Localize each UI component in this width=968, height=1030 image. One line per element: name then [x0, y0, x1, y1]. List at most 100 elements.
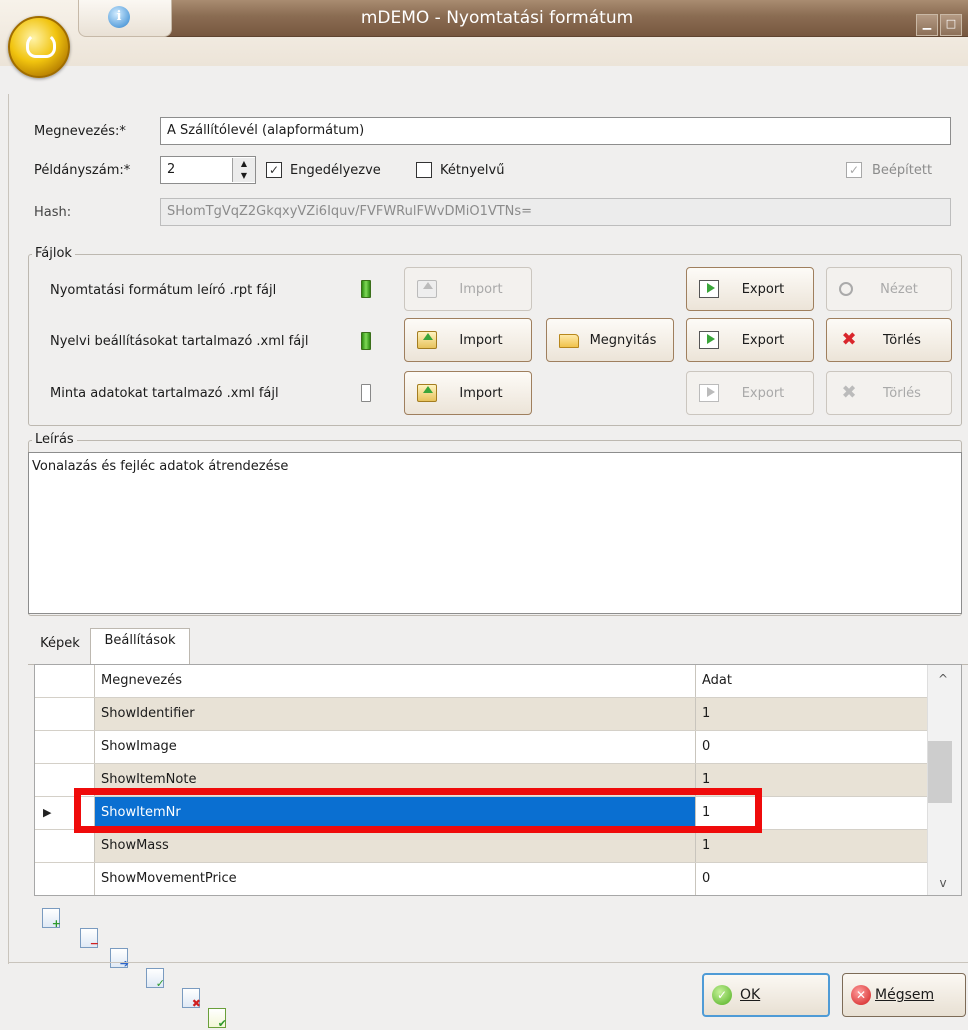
import-icon: [417, 280, 437, 298]
xml-lang-delete-label: Törlés: [883, 332, 921, 348]
row-selector[interactable]: [35, 698, 95, 730]
check-all-icon[interactable]: ✔: [208, 1008, 227, 1029]
cell-value[interactable]: 0: [696, 731, 927, 763]
xml-sample-import-button[interactable]: Import: [404, 371, 532, 415]
stepper-down-icon[interactable]: ▼: [233, 170, 255, 182]
rpt-export-button[interactable]: Export: [686, 267, 814, 311]
xml-lang-import-label: Import: [459, 332, 503, 348]
xml-sample-export-label: Export: [741, 385, 785, 401]
cell-value[interactable]: 1: [696, 698, 927, 730]
hash-label: Hash:: [34, 205, 72, 220]
rpt-view-button[interactable]: Nézet: [826, 267, 952, 311]
row-selector[interactable]: [35, 863, 95, 895]
add-row-icon[interactable]: +: [42, 908, 61, 929]
tab-kepek[interactable]: Képek: [30, 632, 90, 656]
delete-row-icon[interactable]: −: [80, 928, 99, 949]
description-group-title: Leírás: [32, 432, 77, 448]
cancel-button[interactable]: ✕ Mégsem: [842, 973, 966, 1017]
cell-value[interactable]: 1: [696, 797, 927, 829]
row-selector[interactable]: [35, 731, 95, 763]
description-textarea[interactable]: Vonalazás és fejléc adatok átrendezése: [28, 452, 962, 614]
export-icon: [699, 280, 719, 298]
xml-lang-import-button[interactable]: Import: [404, 318, 532, 362]
enabled-label[interactable]: Engedélyezve: [290, 163, 381, 178]
cell-name[interactable]: ShowMovementPrice: [95, 863, 696, 895]
copies-stepper[interactable]: ▲ ▼: [232, 158, 255, 182]
import-icon: [417, 384, 437, 402]
row-selector[interactable]: [35, 830, 95, 862]
settings-grid[interactable]: Megnevezés Adat ShowIdentifier 1 ShowIma…: [34, 664, 962, 896]
table-row-selected[interactable]: ▶ ShowItemNr 1: [35, 797, 927, 830]
row-selector[interactable]: ▶: [35, 797, 95, 829]
cell-value[interactable]: 1: [696, 764, 927, 796]
cancel-button-label: Mégsem: [875, 987, 935, 1003]
app-logo-icon[interactable]: [8, 16, 70, 78]
import-icon: [417, 331, 437, 349]
xml-lang-export-label: Export: [741, 332, 785, 348]
name-field[interactable]: A Szállítólevél (alapformátum): [160, 117, 951, 145]
table-row[interactable]: ShowImage 0: [35, 731, 927, 764]
xml-sample-delete-button[interactable]: ✖ Törlés: [826, 371, 952, 415]
grid-header-name[interactable]: Megnevezés: [95, 665, 696, 697]
name-label: Megnevezés:*: [34, 124, 126, 139]
export-icon: [699, 384, 719, 402]
delete-all-icon[interactable]: ✖: [182, 988, 201, 1009]
edit-row-icon[interactable]: ✓: [146, 968, 165, 989]
minimize-button[interactable]: ▁: [916, 14, 938, 36]
xml-sample-file-status-icon: [361, 384, 371, 402]
grid-header-selector: [35, 665, 95, 697]
cell-name[interactable]: ShowMass: [95, 830, 696, 862]
builtin-checkbox: ✓: [846, 162, 862, 178]
delete-x-icon: ✖: [841, 382, 857, 403]
folder-icon: [559, 334, 579, 348]
cell-name[interactable]: ShowItemNr: [95, 797, 696, 829]
table-row[interactable]: ShowIdentifier 1: [35, 698, 927, 731]
move-row-icon[interactable]: ➔: [110, 948, 129, 969]
export-icon: [699, 331, 719, 349]
rpt-import-button[interactable]: Import: [404, 267, 532, 311]
xml-sample-file-label: Minta adatokat tartalmazó .xml fájl: [50, 386, 279, 401]
grid-header-value[interactable]: Adat: [696, 665, 927, 697]
window-title: mDEMO - Nyomtatási formátum: [360, 8, 634, 28]
xml-lang-file-label: Nyelvi beállításokat tartalmazó .xml fáj…: [50, 334, 309, 349]
xml-lang-export-button[interactable]: Export: [686, 318, 814, 362]
xml-lang-file-status-icon: [361, 332, 371, 350]
maximize-button[interactable]: □: [940, 14, 962, 36]
bilingual-checkbox[interactable]: [416, 162, 432, 178]
ok-button-label: OK: [740, 987, 761, 1003]
xml-lang-delete-button[interactable]: ✖ Törlés: [826, 318, 952, 362]
info-icon[interactable]: i: [108, 6, 130, 28]
grid-header-row: Megnevezés Adat: [35, 665, 927, 698]
scroll-up-icon[interactable]: ^: [933, 671, 953, 687]
cell-name[interactable]: ShowIdentifier: [95, 698, 696, 730]
delete-x-icon: ✖: [841, 329, 857, 350]
xml-sample-export-button[interactable]: Export: [686, 371, 814, 415]
current-row-arrow-icon: ▶: [43, 806, 52, 819]
tab-beallitasok[interactable]: Beállítások: [90, 628, 190, 665]
xml-sample-delete-label: Törlés: [883, 385, 921, 401]
xml-lang-open-button[interactable]: Megnyitás: [546, 318, 674, 362]
rpt-file-label: Nyomtatási formátum leíró .rpt fájl: [50, 283, 277, 298]
stepper-up-icon[interactable]: ▲: [233, 158, 255, 170]
grid-scrollbar-thumb[interactable]: [928, 741, 952, 803]
builtin-label: Beépített: [872, 163, 933, 178]
ok-button[interactable]: ✓ OK: [702, 973, 830, 1017]
table-row[interactable]: ShowMass 1: [35, 830, 927, 863]
xml-sample-import-label: Import: [459, 385, 503, 401]
cell-name[interactable]: ShowImage: [95, 731, 696, 763]
files-group-title: Fájlok: [32, 246, 75, 262]
cell-value[interactable]: 0: [696, 863, 927, 895]
hash-field: SHomTgVqZ2GkqxyVZi6Iquv/FVFWRulFWvDMiO1V…: [160, 198, 951, 226]
ok-check-icon: ✓: [712, 985, 732, 1005]
cancel-x-icon: ✕: [851, 985, 871, 1005]
cell-name[interactable]: ShowItemNote: [95, 764, 696, 796]
table-row[interactable]: ShowItemNote 1: [35, 764, 927, 797]
enabled-checkbox[interactable]: ✓: [266, 162, 282, 178]
bilingual-label[interactable]: Kétnyelvű: [440, 163, 504, 178]
cell-value[interactable]: 1: [696, 830, 927, 862]
copies-label: Példányszám:*: [34, 163, 131, 178]
rpt-view-label: Nézet: [880, 281, 918, 297]
row-selector[interactable]: [35, 764, 95, 796]
table-row[interactable]: ShowMovementPrice 0: [35, 863, 927, 895]
scroll-down-icon[interactable]: v: [933, 875, 953, 891]
